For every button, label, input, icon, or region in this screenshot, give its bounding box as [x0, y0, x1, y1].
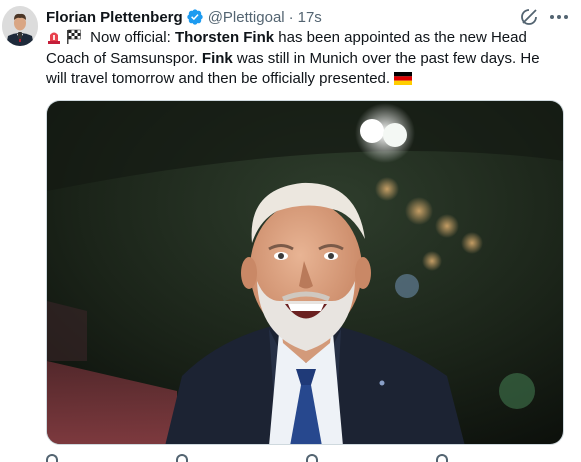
separator-dot: ·: [288, 8, 294, 26]
more-icon[interactable]: [548, 8, 570, 26]
more-dot: [557, 15, 561, 19]
germany-flag-emoji: [394, 71, 413, 86]
text-segment: Now official:: [86, 29, 175, 46]
tweet-header: Florian Plettenberg @Plettigoal · 17s: [46, 6, 322, 28]
checkered-flag-emoji: [66, 29, 83, 44]
coach-name: Thorsten Fink: [174, 29, 275, 46]
more-dot: [550, 15, 554, 19]
tweet: Florian Plettenberg @Plettigoal · 17s No…: [0, 0, 581, 462]
coach-name-short: Fink: [201, 49, 233, 67]
tweet-photo[interactable]: [46, 100, 564, 445]
siren-emoji: [46, 29, 63, 44]
author-name[interactable]: Florian Plettenberg: [46, 9, 183, 26]
like-icon[interactable]: [306, 454, 318, 462]
more-dot: [564, 15, 568, 19]
views-icon[interactable]: [436, 454, 448, 462]
verified-badge-icon: [186, 8, 204, 26]
author-handle[interactable]: @Plettigoal: [208, 9, 285, 26]
grok-icon[interactable]: [519, 7, 539, 27]
tweet-text: Now official: Thorsten Fink has been app…: [46, 28, 562, 90]
avatar[interactable]: [2, 6, 38, 46]
repost-icon[interactable]: [176, 454, 188, 462]
reply-icon[interactable]: [46, 454, 58, 462]
action-bar: [46, 454, 562, 462]
timestamp[interactable]: 17s: [298, 9, 322, 26]
